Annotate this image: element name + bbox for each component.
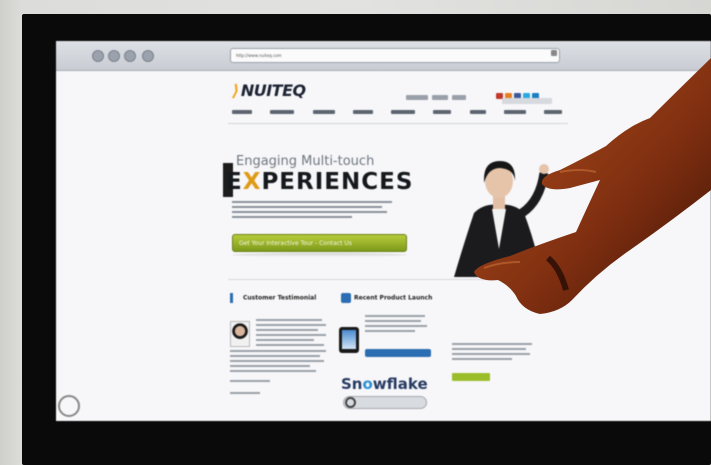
- nav-item[interactable]: [352, 110, 373, 114]
- businesswoman-illustration: [454, 161, 549, 277]
- nav-item[interactable]: [391, 110, 415, 114]
- magnifier-icon: [345, 397, 356, 408]
- home-button-icon[interactable]: [142, 50, 154, 62]
- third-column-text: [452, 343, 552, 360]
- nav-item[interactable]: [433, 110, 452, 114]
- product-link-button[interactable]: [365, 349, 431, 357]
- hero-paragraph: [232, 201, 397, 221]
- testimonial-more-text: [230, 350, 328, 394]
- browser-toolbar: http://www.nuiteq.com: [56, 41, 711, 71]
- back-button-icon[interactable]: [92, 50, 104, 62]
- hero-title-line2: EXPERIENCES: [226, 169, 414, 195]
- testimonial-text: [256, 319, 328, 346]
- nav-item[interactable]: [503, 110, 526, 114]
- quote-icon: [230, 293, 240, 303]
- nav-item[interactable]: [232, 110, 252, 114]
- nav-item[interactable]: [312, 110, 335, 114]
- product-launch-text: [365, 315, 441, 332]
- main-navigation[interactable]: [232, 108, 562, 117]
- contact-cta-button[interactable]: Get Your Interactive Tour - Contact Us: [232, 234, 407, 252]
- read-more-button[interactable]: [452, 373, 490, 381]
- site-logo[interactable]: ⟩ NUITEQ: [232, 81, 306, 100]
- nav-item[interactable]: [270, 110, 295, 114]
- testimonial-heading: Customer Testimonial: [230, 293, 328, 303]
- logo-mark-icon: ⟩: [232, 81, 239, 100]
- tablet-product-image: [339, 327, 359, 353]
- touch-screen[interactable]: http://www.nuiteq.com ⟩ NUITEQ Engaging …: [56, 41, 711, 421]
- divider: [228, 123, 568, 124]
- screen-corner-logo-icon: [58, 395, 80, 417]
- cta-reflection: [232, 253, 407, 257]
- forward-button-icon[interactable]: [108, 50, 120, 62]
- close-tab-icon[interactable]: [551, 50, 557, 56]
- site-search-input[interactable]: [502, 98, 552, 104]
- testimonial-avatar: [230, 321, 250, 347]
- photo-scene: http://www.nuiteq.com ⟩ NUITEQ Engaging …: [0, 0, 711, 465]
- web-page: ⟩ NUITEQ Engaging Multi-touch EXPERIENCE…: [56, 71, 711, 421]
- divider: [228, 279, 568, 280]
- snowflake-logo[interactable]: Snowflake: [341, 375, 428, 393]
- nav-item[interactable]: [469, 110, 486, 114]
- nav-item[interactable]: [544, 110, 562, 114]
- magnifier-badge[interactable]: [343, 396, 427, 409]
- reload-button-icon[interactable]: [124, 50, 136, 62]
- product-launch-heading: Recent Product Launch: [341, 293, 441, 303]
- launch-icon: [341, 293, 351, 303]
- hero-title-line1: Engaging Multi-touch: [236, 154, 375, 169]
- third-column: [452, 293, 552, 363]
- address-bar[interactable]: http://www.nuiteq.com: [230, 48, 560, 63]
